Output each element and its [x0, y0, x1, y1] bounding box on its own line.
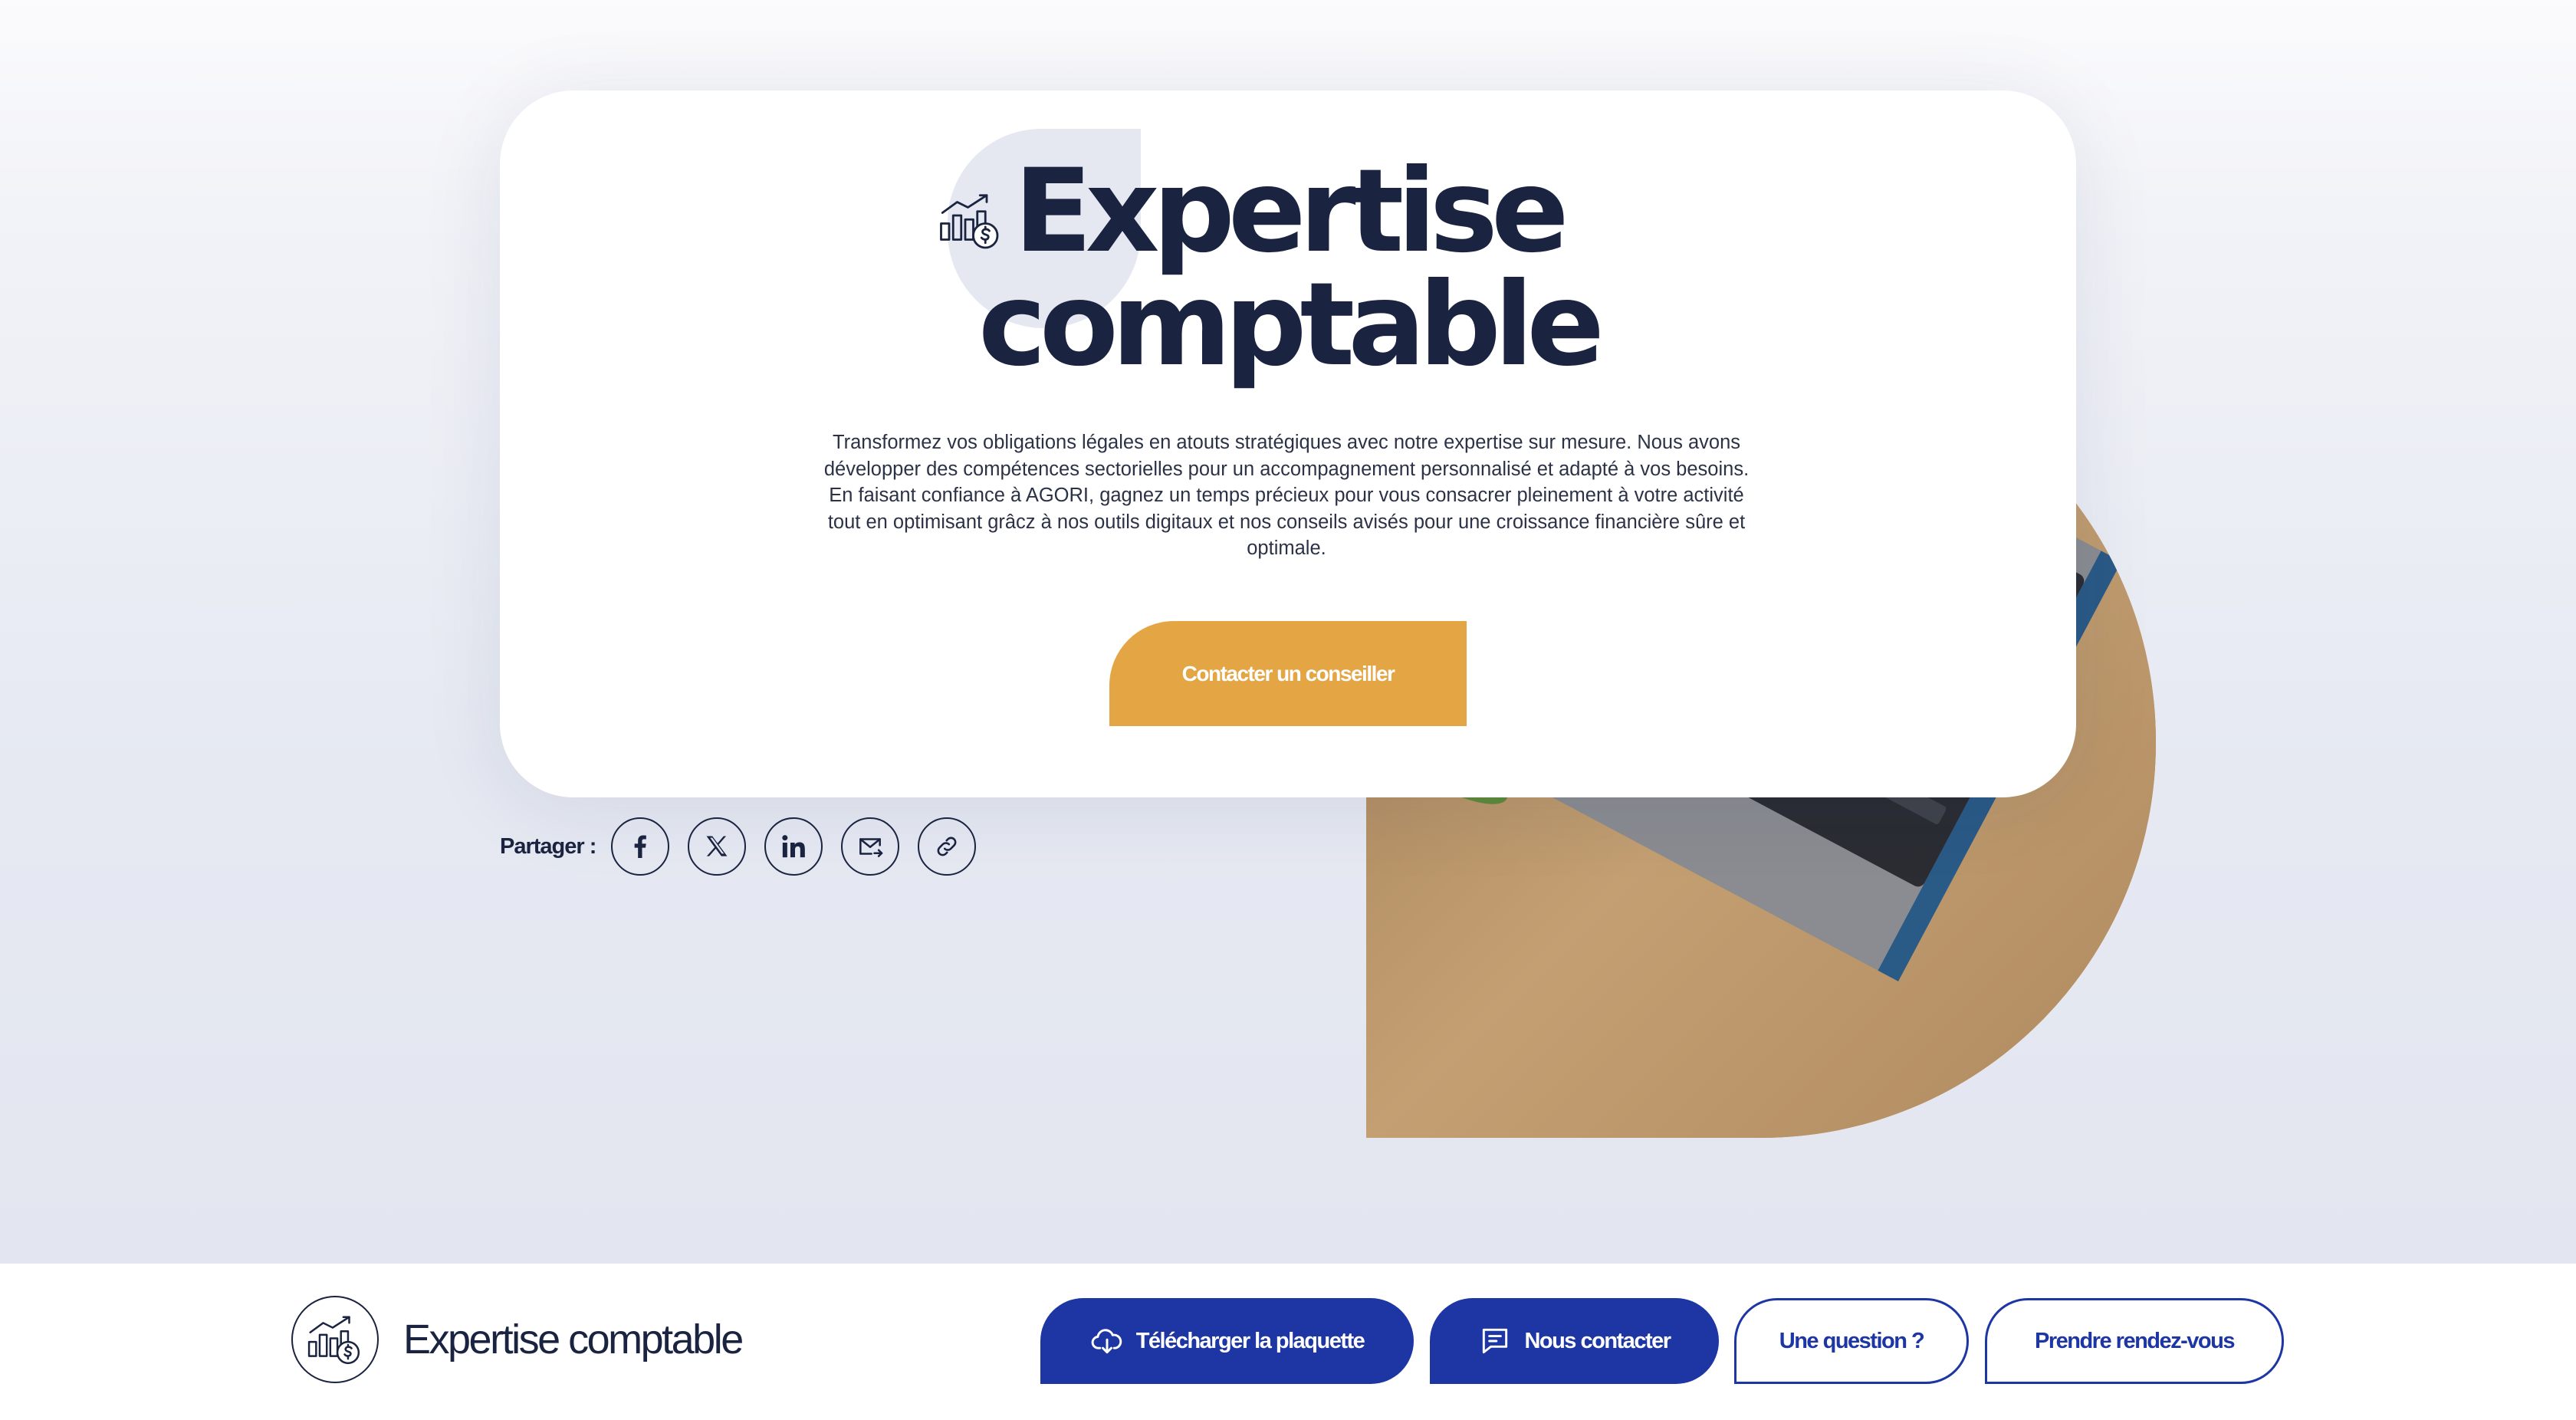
share-copy-link-button[interactable] — [918, 817, 977, 876]
contact-us-button[interactable]: Nous contacter — [1430, 1298, 1719, 1384]
share-label: Partager : — [500, 833, 596, 859]
ask-question-label: Une question ? — [1779, 1328, 1925, 1353]
page-title: Expertise comptable — [905, 154, 1671, 383]
share-email-button[interactable] — [841, 817, 900, 876]
bottom-bar-title: Expertise comptable — [403, 1316, 744, 1362]
download-brochure-button[interactable]: Télécharger la plaquette — [1040, 1298, 1414, 1384]
facebook-icon — [635, 835, 647, 858]
x-twitter-icon — [706, 836, 728, 856]
contact-us-label: Nous contacter — [1524, 1328, 1671, 1353]
hero-description: Transformez vos obligations légales en a… — [823, 432, 1750, 559]
link-icon — [938, 837, 957, 856]
bottom-bar: Expertise comptable Télécharger la plaqu… — [0, 1264, 2576, 1420]
share-facebook-button[interactable] — [611, 817, 670, 876]
linkedin-icon — [782, 835, 806, 858]
contact-advisor-button[interactable]: Contacter un conseiller — [1109, 621, 1467, 726]
download-brochure-label: Télécharger la plaquette — [1135, 1328, 1365, 1353]
book-appointment-button[interactable]: Prendre rendez-vous — [1985, 1298, 2284, 1384]
cloud-download-icon — [1090, 1324, 1124, 1358]
email-icon — [859, 838, 883, 857]
ask-question-button[interactable]: Une question ? — [1734, 1298, 1969, 1384]
share-bar: Partager : — [500, 814, 994, 879]
share-x-button[interactable] — [688, 817, 747, 876]
share-linkedin-button[interactable] — [764, 817, 823, 876]
chat-icon — [1478, 1324, 1512, 1358]
book-appointment-label: Prendre rendez-vous — [2035, 1328, 2235, 1353]
page-title-line-2: comptable — [978, 258, 1605, 392]
chart-dollar-icon — [291, 1296, 379, 1383]
